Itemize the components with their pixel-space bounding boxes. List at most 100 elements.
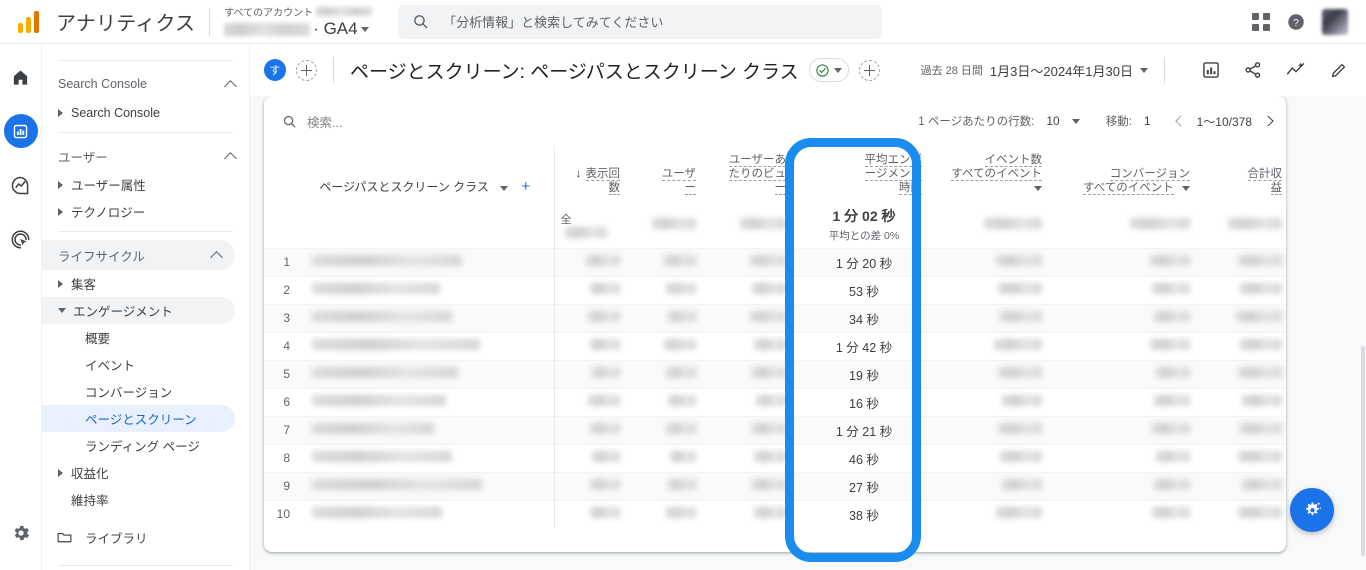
sidebar-item-conversions[interactable]: コンバージョン	[42, 378, 235, 405]
sidebar-item-label: ライブラリ	[85, 531, 148, 546]
primary-icon-rail	[0, 44, 42, 570]
sidebar-item-acquisition[interactable]: 集客	[42, 270, 235, 297]
apps-grid-icon[interactable]	[1252, 12, 1270, 31]
add-comparison-icon[interactable]	[296, 59, 317, 81]
sidebar-item-events[interactable]: イベント	[42, 351, 235, 378]
sidebar-item-search-console[interactable]: Search Console	[42, 99, 235, 126]
help-icon[interactable]: ?	[1286, 12, 1306, 32]
conversions-redacted	[1152, 507, 1190, 519]
goto-value[interactable]: 1	[1144, 114, 1151, 128]
add-dimension-icon[interactable]: +	[521, 178, 530, 195]
sidebar-item-monetization[interactable]: 収益化	[42, 459, 235, 486]
trend-compare-icon[interactable]	[1285, 60, 1307, 80]
sidebar-item-technology[interactable]: テクノロジー	[42, 198, 235, 225]
table-row[interactable]: 4 1 分 42 秒	[264, 331, 1286, 360]
chevron-down-icon[interactable]	[500, 186, 509, 191]
table-row[interactable]: 6 16 秒	[264, 387, 1286, 416]
sidebar-item-label: エンゲージメント	[73, 305, 173, 319]
sidebar-section-user[interactable]: ユーザー	[42, 141, 249, 171]
column-label-line3: 時間	[899, 182, 922, 195]
rail-item-reports[interactable]	[3, 114, 38, 148]
sidebar-item-library[interactable]: ライブラリ	[42, 523, 249, 551]
rail-item-settings[interactable]	[11, 523, 31, 548]
revenue-redacted	[1238, 507, 1282, 519]
sidebar-item-pages-and-screens[interactable]: ページとスクリーン	[42, 405, 235, 432]
column-header-avg-engagement-time[interactable]: 平均エンゲ ージメント 時間	[796, 146, 932, 202]
conversions-redacted	[1154, 395, 1190, 406]
table-row[interactable]: 10 38 秒	[264, 499, 1286, 528]
sidebar-item-demographics[interactable]: ユーザー属性	[42, 171, 235, 198]
column-header-views-per-user[interactable]: ユーザーあ たりのビュ ー	[706, 146, 796, 202]
sidebar-item-label: イベント	[85, 359, 136, 373]
views-redacted	[588, 311, 620, 322]
column-header-conversions[interactable]: コンバージョン すべてのイベント	[1052, 146, 1200, 202]
table-row[interactable]: 7 1 分 21 秒	[264, 415, 1286, 444]
chevron-down-icon[interactable]	[1034, 186, 1042, 191]
column-header-users[interactable]: ユーザ ー	[630, 146, 706, 202]
chevron-down-icon[interactable]	[1071, 118, 1080, 124]
sidebar-item-engagement[interactable]: エンゲージメント	[42, 297, 235, 324]
next-page-button[interactable]	[1262, 115, 1274, 127]
vertical-scrollbar[interactable]	[1361, 346, 1365, 556]
rail-item-home[interactable]	[4, 60, 38, 94]
table-row[interactable]: 3 34 秒	[264, 303, 1286, 332]
dimension-cell[interactable]	[296, 443, 554, 472]
column-header-views[interactable]: ↓ 表示回 数	[553, 146, 630, 202]
table-row[interactable]: 2 53 秒	[264, 275, 1286, 304]
prev-page-button[interactable]	[1174, 115, 1187, 127]
column-header-total-revenue[interactable]: 合計収 益	[1200, 146, 1286, 202]
revenue-redacted	[1236, 311, 1282, 322]
dimension-cell[interactable]	[296, 415, 554, 444]
sidebar-item-overview[interactable]: 概要	[42, 324, 235, 351]
sidebar-item-retention[interactable]: 維持率	[42, 486, 235, 513]
sidebar-section-search-console[interactable]: Search Console	[42, 69, 249, 99]
global-search-placeholder: 「分析情報」と検索してみてください	[443, 15, 664, 30]
views-redacted	[590, 507, 620, 519]
pencil-edit-icon[interactable]	[1329, 61, 1348, 80]
event-count-cell	[932, 359, 1052, 388]
rows-per-page-value[interactable]: 10	[1046, 114, 1059, 128]
table-row[interactable]: 1 1 分 20 秒	[264, 247, 1286, 276]
event-count-cell	[932, 415, 1052, 444]
sidebar-section-lifecycle[interactable]: ライフサイクル	[42, 240, 235, 270]
dimension-cell[interactable]	[296, 247, 554, 276]
table-search[interactable]: 検索...	[282, 112, 342, 131]
table-row[interactable]: 5 19 秒	[264, 359, 1286, 388]
chevron-down-icon[interactable]	[360, 26, 369, 32]
avg-engagement-cell: 1 分 21 秒	[796, 415, 932, 444]
global-search-bar[interactable]: 「分析情報」と検索してみてください	[398, 4, 883, 39]
table-row[interactable]: 8 46 秒	[264, 443, 1286, 472]
chevron-down-icon[interactable]	[1182, 186, 1190, 191]
dimension-cell[interactable]	[296, 331, 554, 360]
sidebar-item-label: テクノロジー	[71, 206, 146, 220]
comparison-badge[interactable]: す	[264, 59, 286, 81]
dimension-status-pill[interactable]	[808, 58, 849, 82]
sidebar-item-landing-page[interactable]: ランディング ページ	[42, 432, 235, 459]
column-label-line3: ー	[774, 182, 786, 195]
column-label-line1: コンバージョン	[1109, 168, 1190, 181]
share-icon[interactable]	[1243, 60, 1263, 80]
table-search-placeholder: 検索...	[307, 115, 343, 130]
row-index: 10	[264, 499, 296, 528]
rail-item-advertising[interactable]	[4, 222, 38, 256]
dimension-cell[interactable]	[296, 359, 554, 388]
rail-item-explore[interactable]	[4, 168, 38, 202]
column-header-event-count[interactable]: イベント数 すべてのイベント	[932, 146, 1052, 202]
insights-fab-button[interactable]	[1290, 488, 1334, 532]
dimension-cell[interactable]	[296, 303, 554, 332]
date-range-selector[interactable]: 過去 28 日間 1月3日〜2024年1月30日	[921, 61, 1148, 80]
goto-label: 移動:	[1105, 116, 1132, 128]
table-row[interactable]: 9 27 秒	[264, 471, 1286, 500]
chart-insights-icon[interactable]	[1201, 60, 1221, 80]
dimension-cell[interactable]	[296, 275, 554, 304]
dimension-header-cell[interactable]: ページパスとスクリーン クラス +	[296, 146, 554, 202]
dimension-cell[interactable]	[296, 387, 554, 416]
all-total-label: 全	[560, 213, 572, 226]
revenue-redacted	[1240, 283, 1282, 294]
add-icon[interactable]	[858, 59, 880, 81]
account-property-selector[interactable]: すべてのアカウント · GA4	[224, 2, 373, 42]
event-count-cell	[932, 275, 1052, 304]
user-avatar[interactable]	[1322, 8, 1348, 35]
dimension-cell[interactable]	[296, 499, 554, 528]
dimension-cell[interactable]	[296, 471, 554, 500]
